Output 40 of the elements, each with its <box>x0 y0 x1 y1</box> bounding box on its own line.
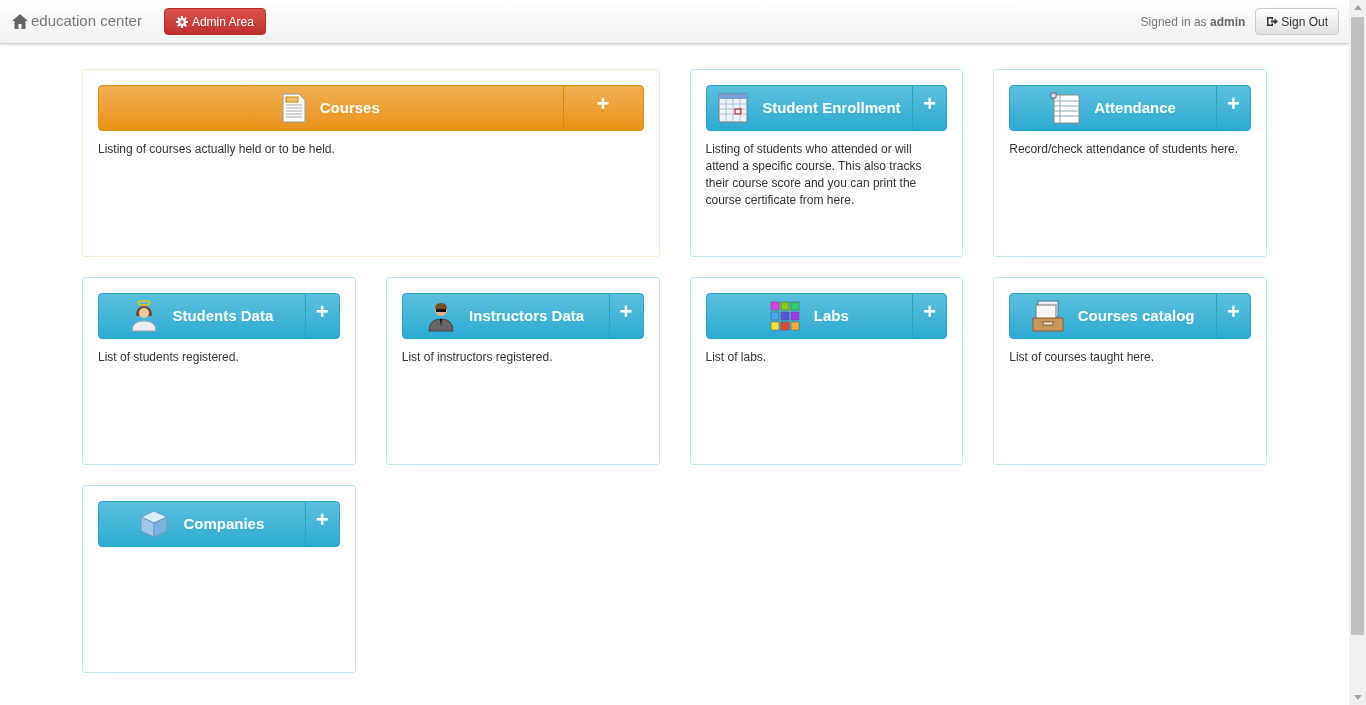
signed-in-text: Signed in as admin <box>1140 13 1246 31</box>
document-icon <box>281 93 306 123</box>
brand-link[interactable]: education center <box>12 10 142 33</box>
card-description: Listing of students who attended or will attend a specific course. This also tracks their course score and you can print the course certificate from here. <box>705 141 923 209</box>
scroll-down-icon[interactable] <box>1353 695 1362 700</box>
module-button[interactable]: Attendance <box>1010 86 1216 130</box>
add-button[interactable]: + <box>912 294 947 338</box>
sign-out-icon <box>1266 16 1279 27</box>
card-description: List of students registered. <box>98 349 240 366</box>
card-description: List of courses taught here. <box>1009 349 1155 366</box>
admin-area-button[interactable]: Admin Area <box>163 8 266 35</box>
add-button[interactable]: + <box>304 294 339 338</box>
module-button[interactable]: Student Enrollment <box>706 86 913 130</box>
module-button[interactable]: Instructors Data <box>402 294 609 338</box>
card-description: Listing of courses actually held or to be held. <box>98 141 336 158</box>
module-button[interactable]: Courses <box>99 86 563 130</box>
gear-icon <box>175 15 188 28</box>
table-sheet-icon <box>1050 92 1081 124</box>
cube-icon <box>139 509 170 539</box>
add-button[interactable]: + <box>1216 86 1250 130</box>
module-button[interactable]: Labs <box>706 294 913 338</box>
file-tray-icon <box>1031 300 1064 332</box>
module-button[interactable]: Companies <box>99 502 305 546</box>
home-icon <box>12 14 28 29</box>
sign-out-button[interactable]: Sign Out <box>1255 8 1339 35</box>
module-button[interactable]: Courses catalog <box>1010 294 1216 338</box>
color-grid-icon <box>769 301 800 331</box>
card-description: List of labs. <box>705 349 768 366</box>
add-button[interactable]: + <box>912 86 947 130</box>
person-halo-icon <box>130 300 159 332</box>
scroll-up-icon[interactable] <box>1353 5 1362 10</box>
add-button[interactable]: + <box>608 294 643 338</box>
add-button[interactable]: + <box>1216 294 1250 338</box>
module-button[interactable]: Students Data <box>99 294 305 338</box>
add-button[interactable]: + <box>562 86 643 130</box>
person-sunglasses-icon <box>427 300 456 332</box>
card-description: Record/check attendance of students here. <box>1009 141 1240 158</box>
card-description: List of instructors registered. <box>401 349 554 366</box>
add-button[interactable]: + <box>304 502 339 546</box>
calendar-icon <box>718 93 749 123</box>
